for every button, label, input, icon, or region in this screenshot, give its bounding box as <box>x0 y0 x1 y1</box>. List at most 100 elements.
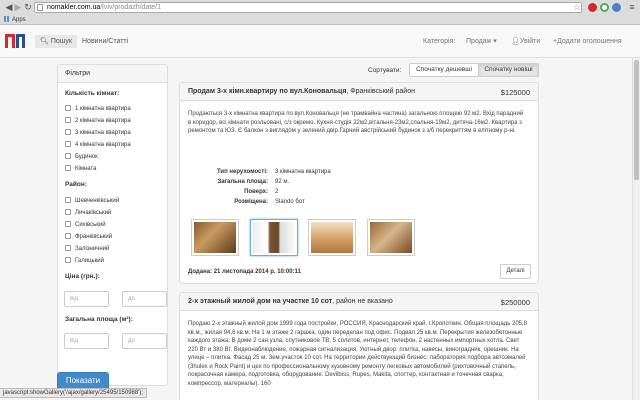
nav-news[interactable]: Новини/Статті <box>82 35 128 48</box>
price-to-input[interactable]: до <box>122 291 167 307</box>
checkbox-house[interactable]: Будинок <box>65 153 98 161</box>
checkbox-box[interactable] <box>65 221 71 227</box>
login-label: Увійти <box>519 38 541 45</box>
address-bar[interactable]: nomakler.com.ua/lviv/prodazh/date/1 <box>34 2 582 13</box>
prop-value: 3 кімнатна квартира <box>275 169 331 175</box>
listing-description: Продаються 3-х кімнатна квартира по вул.… <box>188 111 524 134</box>
url-path: /lviv/prodazh/date/1 <box>100 4 162 11</box>
scrollbar-thumb[interactable] <box>634 60 639 180</box>
star-icon[interactable]: ☆ <box>572 2 582 12</box>
checkbox-district[interactable]: Галицький <box>65 257 104 265</box>
forward-icon[interactable]: ▶ <box>13 2 23 12</box>
listing-header: 2-х этажный жилой дом на участке 10 сот,… <box>180 293 538 311</box>
checkbox-district[interactable]: Личаківський <box>65 209 111 217</box>
area-to-input[interactable]: до <box>122 333 167 349</box>
checkbox-box[interactable] <box>65 117 71 123</box>
sort-new-button[interactable]: Спочатку новіші <box>478 63 539 77</box>
checkbox-rooms-2[interactable]: 2 кімнатна квартира <box>65 117 131 125</box>
rooms-label: Кількість кімнат: <box>65 90 120 97</box>
listing-photo-thumbnail[interactable] <box>250 219 298 256</box>
site-header: 🔍︎ Пошук Новини/Статті Категорія: Продаж… <box>0 25 640 58</box>
listing-title[interactable]: 2-х этажный жилой дом на участке 10 сот,… <box>188 298 393 305</box>
checkbox-box[interactable] <box>65 209 71 215</box>
extension-icon[interactable] <box>612 3 621 12</box>
added-text: Додана: 21 листопада 2014 р. 10:00:11 <box>188 269 301 275</box>
checkbox-rooms-1[interactable]: 1 кімнатна квартира <box>65 105 131 113</box>
reload-icon[interactable]: ↻ <box>23 2 33 12</box>
listing-title[interactable]: Продам 3-х кімн.квартиру по вул.Коноваль… <box>188 88 415 95</box>
checkbox-room[interactable]: Кімната <box>65 165 97 173</box>
menu-icon[interactable]: ≡ <box>627 2 637 12</box>
extension-icon[interactable] <box>588 3 597 12</box>
checkbox-label: Будинок <box>75 154 98 160</box>
nav-search[interactable]: 🔍︎ Пошук <box>35 35 77 48</box>
checkbox-box[interactable] <box>65 257 71 263</box>
checkbox-box[interactable] <box>65 165 71 171</box>
checkbox-box[interactable] <box>65 141 71 147</box>
listing-price: $125000 <box>500 88 530 97</box>
district-label: Район: <box>65 181 87 188</box>
checkbox-box[interactable] <box>65 245 71 251</box>
prop-value: Slando бот <box>275 199 305 205</box>
prop-value: 2 <box>275 189 279 195</box>
listing-title-district: , Франківський район <box>346 88 415 95</box>
checkbox-label: Галицький <box>75 258 104 264</box>
checkbox-box[interactable] <box>65 153 71 159</box>
category-label: Категорія: <box>423 38 456 45</box>
checkbox-rooms-4[interactable]: 4 кімнатна квартира <box>65 141 131 149</box>
checkbox-label: 3 кімнатна квартира <box>75 130 131 136</box>
listing-photo-thumbnail[interactable] <box>308 219 356 256</box>
listing-photo-thumbnail[interactable] <box>191 219 239 256</box>
page-icon <box>37 4 43 11</box>
bookmarks-bar: Apps <box>0 15 640 25</box>
prop-key: Поверх: <box>244 189 268 195</box>
listing-card: Продам 3-х кімн.квартиру по вул.Коноваль… <box>179 82 539 284</box>
checkbox-district[interactable]: Шевченківський <box>65 197 119 205</box>
login-link[interactable]: 👤︎Увійти <box>511 35 540 48</box>
listing-price: $250000 <box>500 298 530 307</box>
prop-key: Загальна площа: <box>217 179 268 185</box>
page-scrollbar[interactable] <box>632 58 640 400</box>
listing-photo-thumbnail[interactable] <box>367 219 415 256</box>
checkbox-label: Франківський <box>75 234 113 240</box>
browser-status-bar: javascript:showGallery('/ajax/gallery/25… <box>0 388 148 398</box>
checkbox-district[interactable]: Залізничний <box>65 245 109 253</box>
checkbox-rooms-3[interactable]: 3 кімнатна квартира <box>65 129 131 137</box>
checkbox-box[interactable] <box>65 197 71 203</box>
checkbox-label: Сихівський <box>75 222 106 228</box>
photo-image <box>370 222 412 253</box>
details-button[interactable]: Деталі <box>500 264 531 279</box>
url-host: nomakler.com.ua <box>47 4 101 11</box>
filters-title: Фільтри <box>58 65 167 83</box>
checkbox-box[interactable] <box>65 105 71 111</box>
photo-image <box>311 222 353 253</box>
area-from-input[interactable]: від <box>64 333 109 349</box>
checkbox-label: Шевченківський <box>75 198 120 204</box>
caret-down-icon: ▾ <box>493 38 497 45</box>
checkbox-label: Залізничний <box>75 246 110 252</box>
checkbox-box[interactable] <box>65 129 71 135</box>
site-logo-icon[interactable] <box>5 34 25 48</box>
checkbox-district[interactable]: Франківський <box>65 233 112 241</box>
listing-title-main: 2-х этажный жилой дом на участке 10 сот <box>188 298 333 305</box>
checkbox-box[interactable] <box>65 233 71 239</box>
photo-image <box>253 222 295 253</box>
price-from-input[interactable]: від <box>64 291 109 307</box>
apps-icon[interactable] <box>4 16 10 23</box>
chrome-icon[interactable] <box>600 3 609 12</box>
checkbox-label: Личаківський <box>75 210 112 216</box>
add-listing-link[interactable]: +Додати оголошення <box>553 35 622 48</box>
user-icon: 👤︎ <box>511 38 520 45</box>
listing-title-district: , район не вказано <box>332 298 393 305</box>
area-label: Загальна площа (м²): <box>65 316 133 323</box>
listing-title-main: Продам 3-х кімн.квартиру по вул.Коноваль… <box>188 88 347 95</box>
checkbox-district[interactable]: Сихівський <box>65 221 106 229</box>
apps-link[interactable]: Apps <box>12 17 26 23</box>
checkbox-label: 1 кімнатна квартира <box>75 106 131 112</box>
listing-description: Продаю 2-х этажный жилой дом 1999 года п… <box>188 321 528 387</box>
prop-key: Тип нерухомості: <box>216 169 268 175</box>
price-label: Ціна (грн.): <box>65 273 100 280</box>
sort-cheap-button[interactable]: Спочатку дешевші <box>409 63 479 77</box>
browser-chrome: ◀ ▶ ↻ nomakler.com.ua/lviv/prodazh/date/… <box>0 0 640 25</box>
category-dropdown[interactable]: Продаж ▾ <box>466 35 497 48</box>
